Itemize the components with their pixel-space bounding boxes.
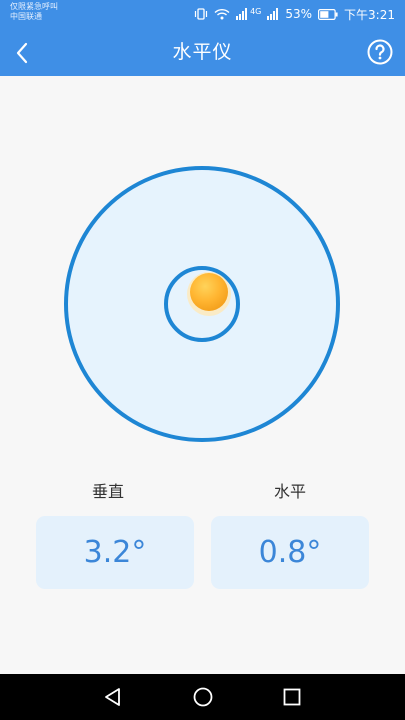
content-area: 垂直 水平 3.2° 0.8° bbox=[0, 76, 405, 674]
battery-icon bbox=[318, 8, 338, 20]
network-type-text: 4G bbox=[250, 6, 262, 16]
triangle-back-icon bbox=[105, 688, 120, 706]
page-title: 水平仪 bbox=[172, 41, 233, 63]
horizontal-label: 水平 bbox=[273, 482, 306, 501]
vertical-value-box: 3.2° bbox=[36, 516, 194, 589]
vibrate-icon bbox=[194, 8, 208, 20]
wifi-icon bbox=[214, 8, 230, 20]
status-icons: 4G 53% 下午3:21 bbox=[194, 6, 395, 22]
horizontal-value: 0.8° bbox=[258, 535, 322, 570]
system-nav-bar bbox=[0, 674, 405, 720]
help-button[interactable] bbox=[367, 39, 393, 65]
circle-home-icon bbox=[193, 687, 213, 707]
bubble-level bbox=[62, 164, 342, 444]
nav-back-button[interactable] bbox=[100, 684, 126, 710]
battery-percent-text: 53% bbox=[285, 7, 313, 21]
bubble-level-graphic bbox=[64, 166, 340, 442]
vertical-value: 3.2° bbox=[83, 535, 147, 570]
carrier-info: 仅限紧急呼叫 中国联通 bbox=[10, 2, 58, 22]
screen: 仅限紧急呼叫 中国联通 4G 53% 下午3:21 水平仪 垂直 水平 3.2°… bbox=[0, 0, 405, 720]
vertical-label: 垂直 bbox=[91, 482, 124, 501]
horizontal-value-box: 0.8° bbox=[211, 516, 369, 589]
signal-icon bbox=[236, 8, 248, 20]
nav-home-button[interactable] bbox=[190, 684, 216, 710]
question-circle-icon bbox=[367, 39, 393, 65]
signal-icon-2 bbox=[267, 8, 279, 20]
status-bar: 仅限紧急呼叫 中国联通 4G 53% 下午3:21 bbox=[0, 0, 405, 28]
carrier-name-text: 中国联通 bbox=[10, 12, 42, 21]
square-recents-icon bbox=[283, 688, 301, 706]
app-bar: 水平仪 bbox=[0, 28, 405, 76]
clock-text: 下午3:21 bbox=[344, 7, 395, 22]
bubble bbox=[190, 273, 228, 311]
nav-recents-button[interactable] bbox=[279, 684, 305, 710]
carrier-emergency-text: 仅限紧急呼叫 bbox=[10, 2, 58, 11]
